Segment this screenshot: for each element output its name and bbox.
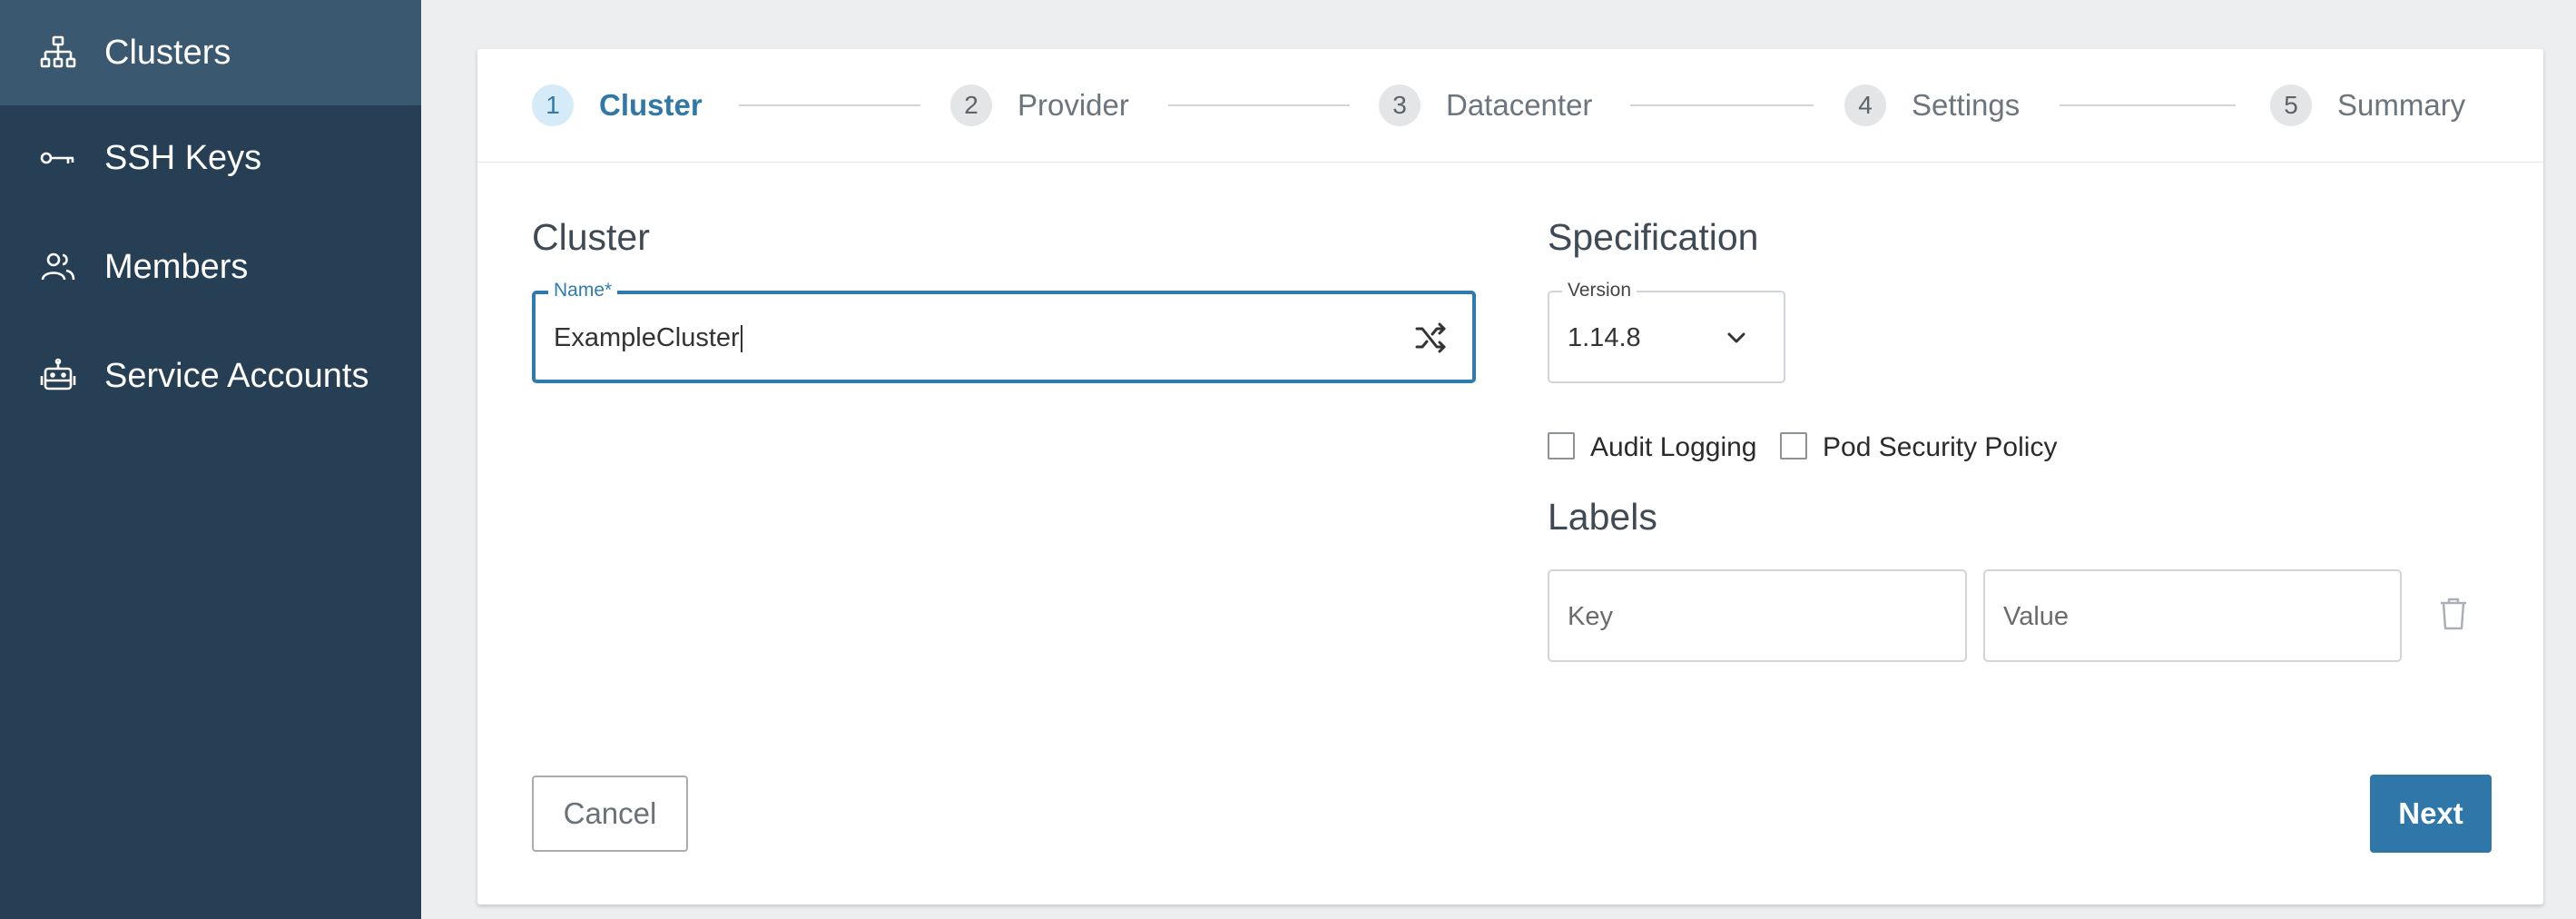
- audit-logging-label[interactable]: Audit Logging: [1590, 432, 1757, 463]
- label-value-placeholder: Value: [2003, 602, 2070, 631]
- wizard-stepper: 1 Cluster 2 Provider 3 Datacenter 4 Sett…: [477, 49, 2543, 163]
- cluster-section-title: Cluster: [532, 216, 650, 258]
- sitemap-icon: [40, 35, 76, 71]
- shuffle-icon[interactable]: [1414, 321, 1447, 354]
- sidebar: Clusters SSH Keys Members Service Accoun…: [0, 0, 421, 919]
- step-cluster[interactable]: 1 Cluster: [532, 84, 703, 127]
- step-connector: [2060, 104, 2236, 106]
- pod-security-policy-label[interactable]: Pod Security Policy: [1823, 432, 2057, 463]
- step-number: 2: [950, 84, 992, 126]
- cluster-name-field[interactable]: Name* ExampleCluster: [532, 280, 1476, 383]
- wizard-card: 1 Cluster 2 Provider 3 Datacenter 4 Sett…: [477, 49, 2543, 904]
- step-number: 1: [532, 84, 574, 126]
- users-icon: [40, 249, 76, 285]
- version-select[interactable]: Version 1.14.8: [1548, 280, 1785, 383]
- cluster-name-label: Name*: [548, 280, 618, 301]
- trash-icon[interactable]: [2439, 597, 2468, 631]
- cancel-button[interactable]: Cancel: [532, 776, 688, 852]
- step-label: Datacenter: [1446, 88, 1593, 122]
- step-number: 4: [1844, 84, 1886, 126]
- sidebar-item-label: SSH Keys: [104, 138, 262, 177]
- step-label: Cluster: [599, 88, 703, 122]
- sidebar-item-label: Service Accounts: [104, 356, 369, 395]
- chevron-down-icon: [1726, 331, 1747, 345]
- sidebar-item-label: Members: [104, 247, 249, 286]
- sidebar-item-label: Clusters: [104, 33, 231, 72]
- sidebar-item-members[interactable]: Members: [0, 214, 421, 320]
- key-icon: [40, 140, 76, 176]
- label-key-input[interactable]: Key: [1548, 569, 1967, 662]
- step-connector: [1168, 104, 1350, 106]
- sidebar-item-ssh-keys[interactable]: SSH Keys: [0, 105, 421, 211]
- specification-section-title: Specification: [1548, 216, 1759, 258]
- text-caret: [740, 325, 742, 353]
- step-settings[interactable]: 4 Settings: [1844, 84, 2020, 127]
- step-label: Settings: [1912, 88, 2020, 122]
- step-provider[interactable]: 2 Provider: [950, 84, 1129, 127]
- step-connector: [1630, 104, 1814, 106]
- next-button[interactable]: Next: [2370, 775, 2492, 853]
- step-connector: [739, 104, 920, 106]
- step-datacenter[interactable]: 3 Datacenter: [1379, 84, 1592, 127]
- labels-section-title: Labels: [1548, 496, 1657, 538]
- step-number: 5: [2270, 84, 2312, 126]
- pod-security-policy-checkbox[interactable]: [1780, 432, 1807, 460]
- step-label: Provider: [1018, 88, 1129, 122]
- cluster-name-value[interactable]: ExampleCluster: [554, 323, 742, 353]
- version-label: Version: [1562, 280, 1637, 301]
- robot-icon: [40, 358, 76, 394]
- sidebar-item-clusters[interactable]: Clusters: [0, 0, 421, 105]
- audit-logging-checkbox[interactable]: [1548, 432, 1575, 460]
- label-key-placeholder: Key: [1568, 602, 1613, 631]
- cluster-name-text: ExampleCluster: [554, 323, 740, 352]
- version-value: 1.14.8: [1568, 323, 1641, 352]
- step-summary[interactable]: 5 Summary: [2270, 84, 2465, 127]
- label-value-input[interactable]: Value: [1983, 569, 2402, 662]
- step-number: 3: [1379, 84, 1421, 126]
- sidebar-item-service-accounts[interactable]: Service Accounts: [0, 323, 421, 429]
- step-label: Summary: [2337, 88, 2466, 122]
